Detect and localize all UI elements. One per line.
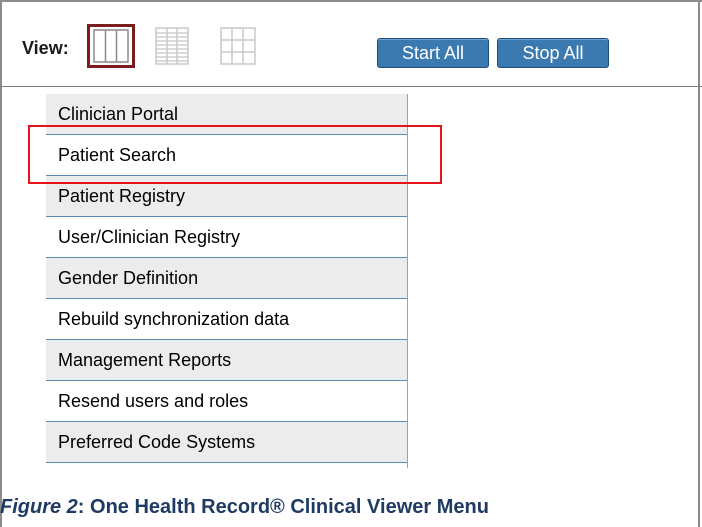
toolbar: View: Start All Stop All bbox=[0, 2, 702, 86]
figure-label: Figure 2 bbox=[0, 496, 78, 518]
menu-item-management-reports[interactable]: Management Reports bbox=[46, 340, 407, 381]
figure-caption: Figure 2: One Health Record® Clinical Vi… bbox=[0, 496, 489, 519]
single-column-view-button[interactable] bbox=[87, 24, 135, 68]
stop-all-button[interactable]: Stop All bbox=[497, 38, 609, 68]
menu-item-resend-users-and-roles[interactable]: Resend users and roles bbox=[46, 381, 407, 422]
menu-item-preferred-code-systems[interactable]: Preferred Code Systems bbox=[46, 422, 407, 463]
grid-view-button[interactable] bbox=[214, 24, 262, 68]
menu-item-rebuild-synchronization-data[interactable]: Rebuild synchronization data bbox=[46, 299, 407, 340]
menu-item-gender-definition[interactable]: Gender Definition bbox=[46, 258, 407, 299]
grid-view-icon bbox=[220, 27, 256, 65]
start-all-button[interactable]: Start All bbox=[377, 38, 489, 68]
figure-caption-text: : One Health Record® Clinical Viewer Men… bbox=[77, 496, 489, 518]
toolbar-divider bbox=[0, 86, 702, 87]
multi-row-view-button[interactable] bbox=[148, 24, 196, 68]
view-label: View: bbox=[22, 38, 69, 58]
multi-row-view-icon bbox=[155, 27, 189, 65]
menu-item-user-clinician-registry[interactable]: User/Clinician Registry bbox=[46, 217, 407, 258]
single-column-view-icon bbox=[93, 29, 129, 63]
highlight-box bbox=[28, 125, 442, 184]
